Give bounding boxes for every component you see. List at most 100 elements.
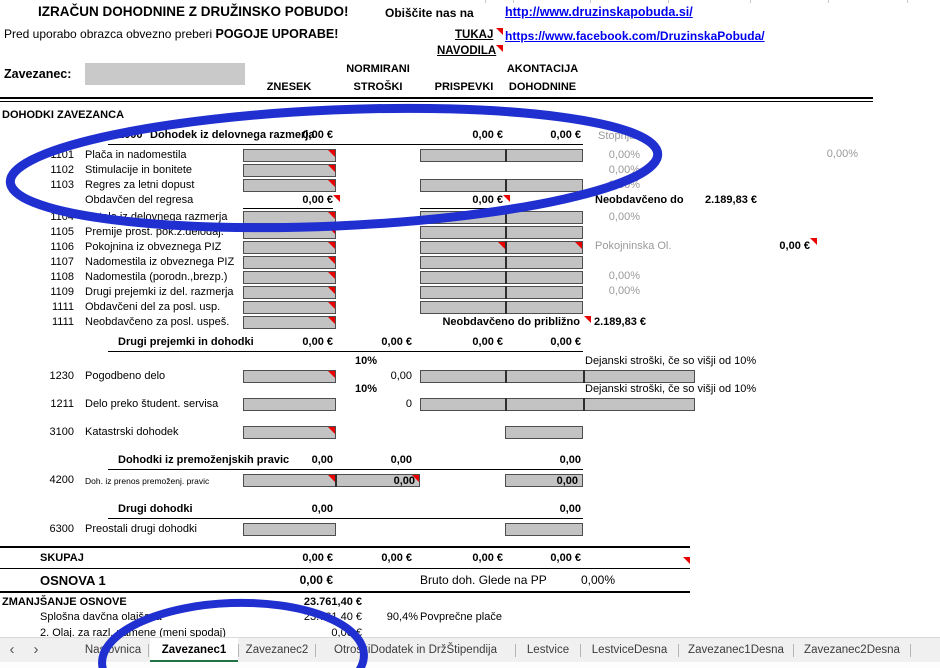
akontacija-input[interactable]: [505, 523, 583, 536]
znesek-input[interactable]: [243, 241, 336, 254]
ten-percent-label: 10%: [340, 355, 377, 367]
znesek-input[interactable]: [243, 179, 336, 192]
row-label: Doh. iz prenos premoženj. pravic: [85, 476, 209, 486]
znesek-normirani-input[interactable]: 0,00: [243, 474, 420, 487]
tab-separator: [793, 644, 794, 657]
navodila-link[interactable]: NAVODILA: [437, 45, 496, 57]
znesek-input[interactable]: [243, 398, 336, 411]
row-code: 1107: [40, 256, 74, 268]
section-dohodki-title: DOHODKI ZAVEZANCA: [2, 109, 124, 121]
prispevki-akontacija-input[interactable]: [420, 286, 583, 299]
col-dohodnine: DOHODNINE: [500, 81, 585, 93]
row-label: Obdavčen del regresa: [85, 194, 193, 206]
stopnja-label: Stopnja: [598, 130, 635, 142]
row-code: 1103: [40, 179, 74, 191]
row-label: Katastrski dohodek: [85, 426, 179, 438]
znesek-input[interactable]: [243, 211, 336, 224]
zavezanec-label: Zavezanec:: [4, 67, 71, 81]
znesek-input[interactable]: [243, 256, 336, 269]
row-label: Delo preko študent. servisa: [85, 398, 218, 410]
akontacija-input[interactable]: 0,00: [505, 474, 583, 487]
prispevki-akontacija-input[interactable]: [420, 149, 583, 162]
tab-separator: [580, 644, 581, 657]
below-tab-strip: [0, 662, 940, 668]
prispevki-value: 0,00 €: [420, 194, 503, 209]
prev-sheet-arrow[interactable]: ‹: [2, 638, 22, 663]
tab-lestvice[interactable]: Lestvice: [517, 638, 579, 663]
znesek-input[interactable]: [243, 316, 336, 329]
prispevki-akontacija-dejanski-input[interactable]: [420, 370, 695, 383]
section-underline: [108, 455, 583, 470]
akontacija-total: 0,00 €: [501, 552, 581, 564]
zmanjsanje-label: ZMANJŠANJE OSNOVE: [2, 596, 127, 608]
akontacija-input[interactable]: [505, 426, 583, 439]
prispevki-akontacija-input[interactable]: [420, 301, 583, 314]
row-4200: 4200 Doh. iz prenos premoženj. pravic 0,…: [0, 474, 940, 489]
tab-separator: [315, 644, 316, 657]
income-row-1111a: 1111 Obdavčeni del za posl. usp.: [0, 301, 940, 316]
znesek-input[interactable]: [243, 301, 336, 314]
znesek-total: 0,00 €: [243, 552, 333, 564]
row-label: Regres za letni dopust: [85, 179, 194, 191]
znesek-input[interactable]: [243, 286, 336, 299]
tab-zavezanec2desna[interactable]: Zavezanec2Desna: [795, 638, 909, 663]
prispevki-akontacija-dejanski-input[interactable]: [420, 398, 695, 411]
prispevki-akontacija-input[interactable]: [420, 226, 583, 239]
grid-tick: [590, 0, 591, 3]
row-label: Premije prost. pok.z.delodaj.: [85, 226, 224, 238]
prispevki-akontacija-input[interactable]: [420, 179, 583, 192]
sheet-tab-bar: ‹ › Naslovnica Zavezanec1 Zavezanec2 Otr…: [0, 637, 940, 663]
prispevki-akontacija-input[interactable]: [420, 271, 583, 284]
tab-zavezanec1desna[interactable]: Zavezanec1Desna: [680, 638, 792, 663]
comment-marker: [496, 28, 503, 35]
grid-tick: [828, 0, 829, 3]
row-code: 6300: [40, 523, 74, 535]
row-label: Nadomestila (porodn.,brezp.): [85, 271, 227, 283]
row-code: 1108: [40, 271, 74, 283]
row-label: Ostalo iz delovnega razmerja: [85, 211, 227, 223]
website-link[interactable]: http://www.druzinskapobuda.si/: [505, 5, 693, 19]
znesek-input[interactable]: [243, 149, 336, 162]
row-code: 3100: [40, 426, 74, 438]
income-row-1107: 1107 Nadomestila iz obveznega PIZ: [0, 256, 940, 271]
row-6300: 6300 Preostali drugi dohodki: [0, 523, 940, 538]
znesek-input[interactable]: [243, 370, 336, 383]
tab-naslovnica[interactable]: Naslovnica: [80, 638, 146, 663]
osnova-row: OSNOVA 1 0,00 € Bruto doh. Glede na PP 0…: [0, 573, 940, 591]
znesek-input[interactable]: [243, 164, 336, 177]
divider: [0, 97, 873, 99]
tab-lestvicedesna[interactable]: LestviceDesna: [582, 638, 677, 663]
znesek-input[interactable]: [243, 226, 336, 239]
tab-zavezanec2[interactable]: Zavezanec2: [240, 638, 314, 663]
row-code: 1111: [40, 316, 74, 328]
znesek-input[interactable]: [243, 271, 336, 284]
znesek-input[interactable]: [243, 426, 336, 439]
section-underline: [108, 130, 583, 145]
row-label: Preostali drugi dohodki: [85, 523, 197, 535]
zmanjsanje-row: ZMANJŠANJE OSNOVE 23.761,40 €: [0, 596, 940, 611]
income-row-regres: Obdavčen del regresa 0,00 € 0,00 €: [0, 194, 940, 209]
divider: [0, 591, 690, 593]
page-title: IZRAČUN DOHODNINE Z DRUŽINSKO POBUDO!: [38, 4, 349, 19]
znesek-input[interactable]: [243, 523, 336, 536]
tab-otroskidodatek[interactable]: OtroškiDodatek in DržŠtipendija: [317, 638, 514, 663]
next-sheet-arrow[interactable]: ›: [26, 638, 46, 663]
prispevki-akontacija-input[interactable]: [420, 211, 583, 224]
row-code: 1104: [40, 211, 74, 223]
tab-separator: [910, 644, 911, 657]
splosna-olajsava-row: Splošna davčna olajšava 23.761,40 € 90,4…: [0, 611, 940, 626]
tab-zavezanec1[interactable]: Zavezanec1: [150, 638, 238, 663]
facebook-link[interactable]: https://www.facebook.com/DruzinskaPobuda…: [505, 29, 765, 43]
prispevki-akontacija-input[interactable]: [420, 256, 583, 269]
row-label: Obdavčeni del za posl. usp.: [85, 301, 220, 313]
zavezanec-input[interactable]: [85, 63, 245, 85]
row-label: Neobdavčeno za posl. uspeš.: [85, 316, 229, 328]
income-row-1101: 1101 Plača in nadomestila: [0, 149, 940, 164]
terms-link[interactable]: POGOJE UPORABE!: [215, 27, 338, 41]
row-code: 1101: [40, 149, 74, 161]
tukaj-link[interactable]: TUKAJ: [455, 29, 493, 41]
prispevki-akontacija-input[interactable]: [420, 241, 583, 254]
income-row-1103: 1103 Regres za letni dopust: [0, 179, 940, 194]
row-label: Splošna davčna olajšava: [40, 611, 162, 623]
tab-separator: [238, 644, 239, 657]
